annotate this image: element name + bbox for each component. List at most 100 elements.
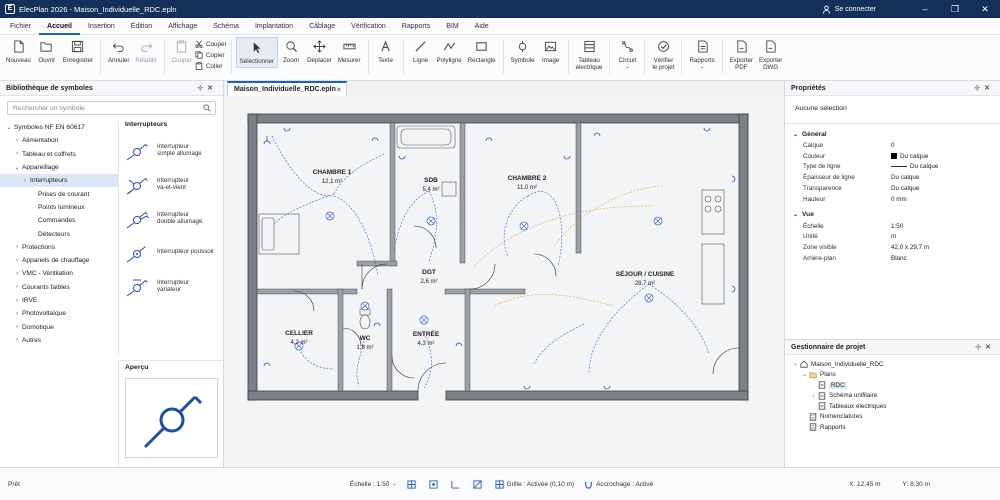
tree-item[interactable]: › Protections [0, 241, 118, 254]
symbol-item[interactable]: Interrupteur variateur [119, 269, 224, 303]
grid-status[interactable]: Grille : Activée (0,10 m) [494, 479, 574, 489]
symbol-item[interactable]: Interrupteur va-et-vient [119, 167, 224, 201]
symbol-button[interactable]: Symbole [508, 35, 538, 64]
panel-close-icon[interactable]: ✕ [207, 85, 217, 92]
tree-item[interactable]: › VMC - Ventilation [0, 267, 118, 280]
tree-item[interactable]: Détecteurs [0, 227, 118, 240]
grid-toggle-icon-button[interactable] [406, 479, 419, 489]
open-button[interactable]: Ouvrir [34, 35, 60, 64]
drawing-canvas[interactable]: CHAMBRE 1 12,1 m² SDB 5,4 m² CHAMBRE 2 11,0 m… [224, 96, 784, 467]
snap-toggle-icon-button[interactable] [428, 479, 441, 489]
symbol-item[interactable]: Interrupteur double allumage [119, 201, 224, 235]
export-pdf-button[interactable]: Exporter PDF [727, 35, 756, 71]
pin-icon[interactable]: ⊹ [974, 85, 984, 92]
pin-icon[interactable]: ⊹ [197, 85, 207, 92]
tree-item[interactable]: Prises de courant [0, 187, 118, 200]
select-tool-button[interactable]: Sélectionner [235, 37, 279, 68]
menu-rapports[interactable]: Rapports [394, 18, 438, 35]
project-tree-item[interactable]: ⌄ Plans [785, 370, 1000, 381]
property-row[interactable]: Couleur Du calque [785, 151, 1000, 162]
tree-item[interactable]: › Courants faibles [0, 281, 118, 294]
property-row[interactable]: Hauteur 0 mm [785, 194, 1000, 205]
floor-plan[interactable]: CHAMBRE 1 12,1 m² SDB 5,4 m² CHAMBRE 2 11,0 m… [224, 96, 784, 467]
symbol-search-input[interactable]: Rechercher un symbole [7, 101, 216, 115]
document-tab[interactable]: Maison_Individuelle_RDC.epln ✕ [227, 81, 347, 96]
cut-button[interactable]: Couper [195, 39, 227, 49]
property-row[interactable]: Calque 0 [785, 140, 1000, 151]
circuit-button[interactable]: Circuit ⌄ [614, 35, 640, 71]
property-row[interactable]: Zone visible 42,0 x 29,7 m [785, 242, 1000, 253]
tree-item[interactable]: ⌄ Appareillage [0, 161, 118, 174]
tree-item[interactable]: Commandes [0, 214, 118, 227]
project-tree-item[interactable]: › Schéma unifilaire [785, 391, 1000, 402]
reports-button[interactable]: Rapports ⌄ [686, 35, 717, 71]
polar-toggle-icon-button[interactable] [472, 479, 485, 489]
property-row[interactable]: Épaisseur de ligne Du calque [785, 172, 1000, 183]
tree-item[interactable]: › Domotique [0, 320, 118, 333]
tree-item[interactable]: › Autres [0, 334, 118, 347]
tree-item[interactable]: › Interrupteurs [0, 174, 118, 188]
menu-cablage[interactable]: Câblage [301, 18, 343, 35]
rectangle-tool-button[interactable]: Rectangle [465, 35, 499, 64]
tree-item[interactable]: › IRVE [0, 294, 118, 307]
export-dwg-button[interactable]: Exporter DWG [756, 35, 785, 71]
property-row[interactable]: Échelle 1:50 [785, 221, 1000, 232]
symbol-item[interactable]: Interrupteur poussoir [119, 235, 224, 269]
redo-button[interactable]: Rétablir [132, 35, 159, 64]
menu-aide[interactable]: Aide [467, 18, 497, 35]
project-tree-item[interactable]: Nomenclatures [785, 412, 1000, 423]
property-row[interactable]: Unité m [785, 232, 1000, 243]
tree-item[interactable]: › Photovoltaïque [0, 307, 118, 320]
property-row[interactable]: Transparence Du calque [785, 183, 1000, 194]
new-button[interactable]: Nouveau [3, 35, 34, 64]
menu-edition[interactable]: Édition [123, 18, 160, 35]
menu-verification[interactable]: Vérification [343, 18, 394, 35]
move-button[interactable]: Déplacer [304, 35, 335, 64]
verify-project-button[interactable]: Vérifier le projet [649, 35, 677, 71]
scale-selector[interactable]: Échelle : 1:50 ⌄ [350, 481, 397, 488]
general-section-toggle[interactable]: ⌄ Général [785, 128, 1000, 140]
project-tree-item[interactable]: Tableaux électriques [785, 401, 1000, 412]
property-row[interactable]: Type de ligne Du calque [785, 162, 1000, 173]
tab-close-icon[interactable]: ✕ [336, 86, 342, 94]
electrical-panel-button[interactable]: Tableau électrique [573, 35, 606, 71]
measure-button[interactable]: Mesurer [335, 35, 364, 64]
tree-item[interactable]: › Tableau et coffrets [0, 148, 118, 161]
cut-large-button[interactable]: Couper [169, 35, 195, 64]
menu-schema[interactable]: Schéma [205, 18, 247, 35]
image-button[interactable]: Image [538, 35, 564, 64]
panel-close-icon[interactable]: ✕ [984, 85, 994, 92]
copy-button[interactable]: Copier [195, 50, 227, 60]
menu-bim[interactable]: BIM [438, 18, 466, 35]
panel-close-icon[interactable]: ✕ [985, 344, 995, 351]
tree-item[interactable]: › Alimentation [0, 134, 118, 147]
menu-implantation[interactable]: Implantation [247, 18, 301, 35]
menu-accueil[interactable]: Accueil [39, 18, 80, 35]
minimize-button[interactable]: – [910, 0, 940, 18]
tree-item[interactable]: › Appareils de chauffage [0, 254, 118, 267]
project-tree-item[interactable]: RDC [785, 380, 1000, 391]
maximize-button[interactable]: ❐ [940, 0, 970, 18]
paste-button[interactable]: Coller [195, 61, 227, 71]
undo-button[interactable]: Annuler [105, 35, 132, 64]
symbol-item[interactable]: Interrupteur simple allumage [119, 133, 224, 167]
menu-insertion[interactable]: Insertion [80, 18, 123, 35]
project-tree-item[interactable]: Rapports [785, 422, 1000, 433]
ortho-toggle-icon-button[interactable] [450, 480, 463, 489]
view-section-toggle[interactable]: ⌄ Vue [785, 209, 1000, 221]
polyline-tool-button[interactable]: Polyligne [434, 35, 465, 64]
menu-fichier[interactable]: Fichier [2, 18, 39, 35]
snap-status[interactable]: Accrochage : Activé [584, 480, 653, 489]
tree-root[interactable]: ⌄ Symboles NF EN 60617 [0, 121, 118, 134]
tree-item[interactable]: Points lumineux [0, 201, 118, 214]
close-button[interactable]: ✕ [970, 0, 1000, 18]
project-tree-item[interactable]: ⌄ Maison_Individuelle_RDC [785, 359, 1000, 370]
pin-icon[interactable]: ⊹ [975, 344, 985, 351]
menu-affichage[interactable]: Affichage [160, 18, 205, 35]
property-row[interactable]: Arrière-plan Blanc [785, 253, 1000, 264]
text-tool-button[interactable]: Texte [373, 35, 399, 64]
line-tool-button[interactable]: Ligne [408, 35, 434, 64]
zoom-button[interactable]: Zoom [278, 35, 304, 64]
save-button[interactable]: Enregistrer [60, 35, 96, 64]
sign-in-button[interactable]: Se connecter [822, 5, 876, 14]
